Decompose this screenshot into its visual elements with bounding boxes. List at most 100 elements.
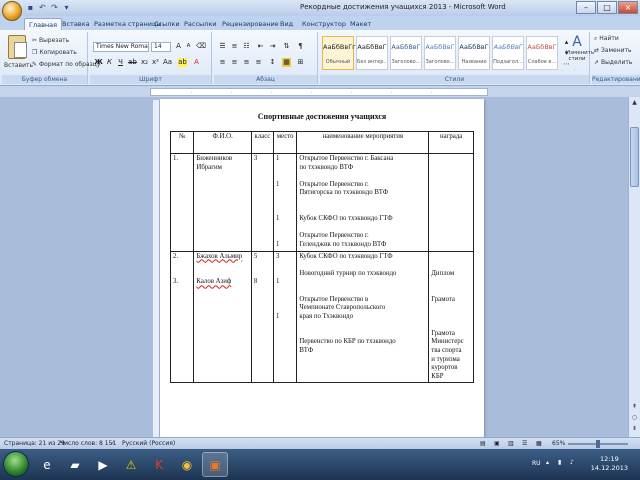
- style-title[interactable]: АаБбВвГ Название: [458, 36, 490, 70]
- powerpoint-icon[interactable]: ▣: [202, 452, 228, 477]
- paste-button[interactable]: Вставить: [4, 62, 33, 69]
- decrease-indent-icon[interactable]: ⇤: [256, 42, 265, 51]
- language-indicator[interactable]: Русский (Россия): [122, 440, 175, 447]
- save-icon[interactable]: ▪: [26, 3, 35, 12]
- tab-references[interactable]: Ссылки: [150, 18, 184, 30]
- full-screen-icon[interactable]: ▣: [494, 440, 500, 447]
- ribbon: Вставить ✂ Вырезать ❐ Копировать ✎ Форма…: [0, 30, 640, 86]
- highlight-icon[interactable]: ab: [178, 58, 187, 67]
- media-player-icon[interactable]: ▶: [90, 452, 116, 477]
- replace-icon: ⇄: [594, 47, 600, 54]
- table-row: 1. Биженников Ибрагим 3 1 1 1 1 Открытое…: [169, 153, 474, 252]
- internet-explorer-icon[interactable]: e: [34, 452, 60, 477]
- font-size-select[interactable]: 14: [151, 42, 171, 52]
- browse-object-icon[interactable]: ○: [630, 413, 639, 422]
- replace-button[interactable]: ⇄ Заменить: [594, 47, 632, 54]
- vertical-scrollbar[interactable]: ▲ ⇞ ○ ⇟: [628, 97, 640, 437]
- minimize-button[interactable]: –: [576, 1, 596, 14]
- cut-button[interactable]: ✂ Вырезать: [32, 37, 69, 44]
- show-marks-icon[interactable]: ¶: [296, 42, 305, 51]
- close-button[interactable]: ×: [618, 1, 638, 14]
- borders-icon[interactable]: ⊞: [296, 58, 305, 67]
- horizontal-ruler[interactable]: · · · · · · ·: [150, 88, 488, 96]
- maximize-button[interactable]: □: [597, 1, 617, 14]
- increase-indent-icon[interactable]: ⇥: [268, 42, 277, 51]
- bullets-icon[interactable]: ☰: [218, 42, 227, 51]
- zoom-slider-handle[interactable]: [596, 440, 600, 448]
- outline-icon[interactable]: ☰: [522, 440, 527, 447]
- tab-layout[interactable]: Макет: [346, 18, 375, 30]
- clear-format-icon[interactable]: ⌫: [196, 42, 206, 51]
- web-layout-icon[interactable]: ▥: [508, 440, 514, 447]
- office-button[interactable]: [2, 1, 22, 21]
- word-count[interactable]: Число слов: 8 151: [60, 440, 116, 447]
- keyboard-language[interactable]: RU: [532, 460, 541, 467]
- tray-expand-icon[interactable]: ▴: [546, 459, 549, 466]
- scroll-thumb[interactable]: [630, 127, 639, 187]
- zoom-slider[interactable]: [568, 440, 628, 448]
- align-right-icon[interactable]: ≡: [242, 58, 251, 67]
- copy-button[interactable]: ❐ Копировать: [32, 49, 77, 56]
- kaspersky-icon[interactable]: K: [146, 452, 172, 477]
- page-counter[interactable]: Страница: 21 из 29: [4, 440, 65, 447]
- justify-icon[interactable]: ≡: [254, 58, 263, 67]
- superscript-icon[interactable]: x²: [151, 58, 160, 67]
- grow-font-icon[interactable]: A: [174, 42, 183, 51]
- align-left-icon[interactable]: ≡: [218, 58, 227, 67]
- subscript-icon[interactable]: x₂: [140, 58, 149, 67]
- italic-icon[interactable]: К: [105, 58, 114, 67]
- change-styles-button[interactable]: A Изменить стили: [566, 34, 594, 62]
- places-cell: 3 1 1: [272, 250, 298, 384]
- vertical-ruler[interactable]: [153, 100, 160, 437]
- daemon-tools-icon[interactable]: ⚠: [118, 452, 144, 477]
- scroll-up-icon[interactable]: ▲: [630, 98, 639, 107]
- bold-icon[interactable]: Ж: [94, 58, 103, 67]
- align-center-icon[interactable]: ≡: [230, 58, 239, 67]
- underline-icon[interactable]: Ч: [116, 58, 125, 67]
- style-heading-1[interactable]: АаБбВвГ Заголово...: [390, 36, 422, 70]
- strikethrough-icon[interactable]: ab: [128, 58, 137, 67]
- shrink-font-icon[interactable]: A: [184, 42, 193, 51]
- shading-icon[interactable]: ▦: [282, 58, 291, 67]
- start-button[interactable]: [3, 451, 29, 477]
- network-icon[interactable]: ▮: [558, 459, 561, 466]
- undo-icon[interactable]: ↶: [38, 3, 47, 12]
- zoom-level[interactable]: 65%: [552, 440, 565, 447]
- draft-icon[interactable]: ▦: [536, 440, 542, 447]
- print-layout-icon[interactable]: ▤: [480, 440, 486, 447]
- tab-mailings[interactable]: Рассылки: [180, 18, 221, 30]
- tab-home[interactable]: Главная: [24, 18, 63, 30]
- header-event: наименование мероприятия: [296, 131, 430, 154]
- file-explorer-icon[interactable]: ▰: [62, 452, 88, 477]
- line-spacing-icon[interactable]: ↕: [268, 58, 277, 67]
- previous-page-icon[interactable]: ⇞: [630, 402, 639, 411]
- volume-icon[interactable]: ♪: [570, 459, 574, 466]
- style-subtitle[interactable]: АаБбВвГ Подзагол...: [492, 36, 524, 70]
- change-case-icon[interactable]: Aa: [163, 58, 172, 67]
- style-heading-2[interactable]: АаБбВвГ Заголово...: [424, 36, 456, 70]
- select-button[interactable]: ➚ Выделить: [594, 59, 632, 66]
- font-name-select[interactable]: Times New Roman: [93, 42, 149, 52]
- style-no-spacing[interactable]: АаБбВвГ Без интер...: [356, 36, 388, 70]
- numbering-icon[interactable]: ≡: [230, 42, 239, 51]
- tab-review[interactable]: Рецензирование: [218, 18, 283, 30]
- redo-icon[interactable]: ↷: [50, 3, 59, 12]
- places-cell: 1 1 1 1: [272, 153, 298, 252]
- paste-icon[interactable]: [8, 35, 27, 59]
- next-page-icon[interactable]: ⇟: [630, 424, 639, 433]
- customize-quick-access-icon[interactable]: ▾: [62, 3, 71, 12]
- chrome-icon[interactable]: ◉: [174, 452, 200, 477]
- header-award: награда: [428, 131, 474, 154]
- clock[interactable]: 12:19 14.12.2013: [591, 455, 628, 473]
- sort-icon[interactable]: ⇅: [282, 42, 291, 51]
- style-normal[interactable]: АаБбВвГг Обычный: [322, 36, 356, 70]
- style-subtle-emphasis[interactable]: АаБбВвГ Слабое в...: [526, 36, 558, 70]
- proofing-icon[interactable]: ✓: [110, 440, 115, 447]
- tab-view[interactable]: Вид: [276, 18, 297, 30]
- document-page[interactable]: Спортивные достижения учащихся № Ф.И.О. …: [160, 99, 484, 437]
- font-color-icon[interactable]: A: [192, 58, 201, 67]
- tab-design[interactable]: Конструктор: [298, 18, 350, 30]
- find-button[interactable]: ⌕ Найти: [594, 35, 619, 43]
- multilevel-list-icon[interactable]: ☷: [242, 42, 251, 51]
- tab-insert[interactable]: Вставка: [58, 18, 94, 30]
